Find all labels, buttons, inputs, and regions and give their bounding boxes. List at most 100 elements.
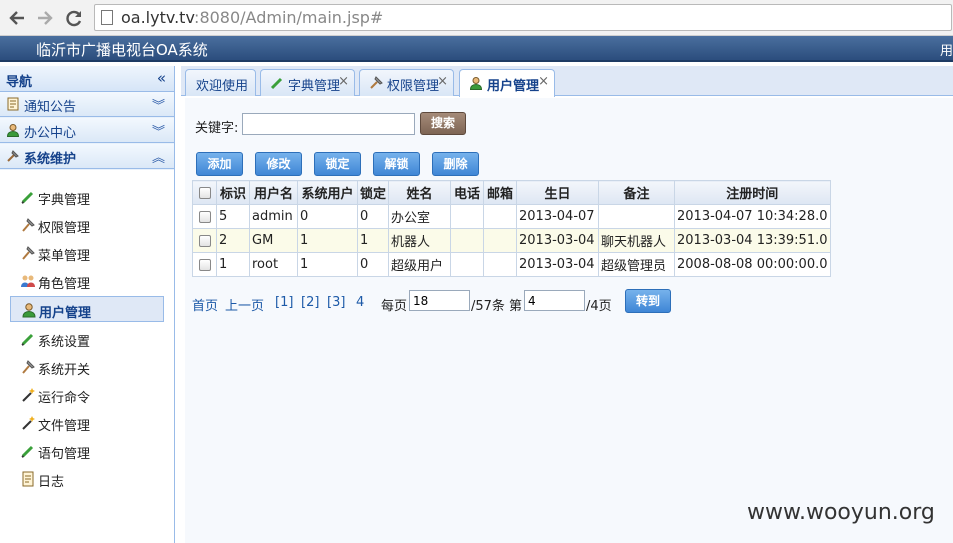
sidebar-item-statements[interactable]: 语句管理	[10, 438, 164, 464]
add-button[interactable]: 添加	[196, 152, 243, 176]
page-link-2[interactable]: [2]	[301, 295, 319, 310]
sidebar-item-settings[interactable]: 系统设置	[10, 326, 164, 352]
sidebar: 导航 « 通知公告 ︾ 办公中心 ︾ 系统维护 ︽ 字典管理 权限管理 菜单管理…	[0, 66, 175, 543]
row-checkbox[interactable]	[192, 252, 217, 277]
sidebar-item-label: 系统设置	[38, 335, 91, 350]
column-header[interactable]: 备注	[598, 180, 676, 205]
table-row[interactable]: 2 GM 1 1 机器人 2013-03-04 聊天机器人 2013-03-04…	[192, 228, 831, 253]
expand-icon[interactable]: ︾	[152, 121, 165, 140]
cell-remark: 聊天机器人	[598, 228, 676, 253]
column-header[interactable]: 锁定	[356, 180, 390, 205]
address-bar[interactable]: oa.lytv.tv:8080/Admin/main.jsp#	[94, 4, 952, 31]
collapse-icon[interactable]: «	[157, 69, 166, 87]
cell-birthday: 2013-04-07	[516, 204, 600, 229]
sidebar-item-switches[interactable]: 系统开关	[10, 354, 164, 380]
user-icon	[469, 76, 483, 90]
collapse-section-icon[interactable]: ︽	[152, 147, 165, 166]
cell-birthday: 2013-03-04	[516, 252, 600, 277]
first-page-link[interactable]: 首页	[192, 295, 218, 314]
sidebar-item-users[interactable]: 用户管理	[10, 296, 164, 322]
url-text: oa.lytv.tv:8080/Admin/main.jsp#	[121, 8, 384, 27]
tab-permissions[interactable]: 权限管理 ×	[359, 69, 454, 96]
row-checkbox[interactable]	[192, 228, 217, 253]
column-header[interactable]: 生日	[516, 180, 600, 205]
sidebar-item-label: 文件管理	[38, 419, 91, 434]
expand-icon[interactable]: ︾	[152, 95, 165, 114]
user-management-panel: 关键字: 搜索 添加 修改 锁定 解锁 删除 标识 用户名 系统用户 锁定 姓名…	[185, 98, 953, 543]
total-label: /57条 第	[471, 299, 523, 314]
cell-locked: 0	[356, 204, 390, 229]
sidebar-section-office[interactable]: 办公中心 ︾	[0, 118, 174, 143]
cell-locked: 1	[356, 228, 390, 253]
header-user-text: 用	[939, 44, 953, 59]
cell-locked: 0	[356, 252, 390, 277]
cell-email	[483, 228, 518, 253]
pencil-icon	[20, 331, 36, 347]
unlock-button[interactable]: 解锁	[373, 152, 420, 176]
hammer-icon	[6, 149, 20, 163]
tab-strip: 欢迎使用 字典管理 × 权限管理 × 用户管理 ×	[181, 66, 953, 97]
table-row[interactable]: 5 admin 0 0 办公室 2013-04-07 2013-04-07 10…	[192, 204, 831, 229]
sidebar-section-maintenance[interactable]: 系统维护 ︽	[0, 144, 174, 169]
page-icon	[101, 10, 113, 25]
sidebar-section-notices[interactable]: 通知公告 ︾	[0, 92, 174, 117]
go-button[interactable]: 转到	[625, 289, 671, 313]
tab-welcome[interactable]: 欢迎使用	[185, 69, 256, 96]
sidebar-item-run-command[interactable]: 运行命令	[10, 382, 164, 408]
close-icon[interactable]: ×	[437, 74, 448, 89]
sidebar-item-label: 运行命令	[38, 391, 91, 406]
cell-username: GM	[249, 228, 298, 253]
tab-label: 用户管理	[487, 79, 540, 94]
page-link-3[interactable]: [3]	[327, 295, 345, 310]
tab-users[interactable]: 用户管理 ×	[459, 69, 555, 97]
page-number-input[interactable]	[524, 290, 585, 311]
page-link-1[interactable]: [1]	[275, 295, 293, 310]
sidebar-item-files[interactable]: 文件管理	[10, 410, 164, 436]
tab-label: 欢迎使用	[196, 79, 249, 94]
back-arrow-icon[interactable]	[6, 7, 28, 29]
select-all-checkbox[interactable]	[192, 180, 217, 205]
column-header[interactable]: 邮箱	[483, 180, 518, 205]
cell-system-user: 1	[297, 252, 358, 277]
column-header[interactable]: 标识	[216, 180, 250, 205]
column-header[interactable]: 注册时间	[674, 180, 831, 205]
delete-button[interactable]: 删除	[432, 152, 479, 176]
page-total-label: /4页	[586, 299, 612, 314]
per-page-input[interactable]	[409, 290, 470, 311]
hammer-icon	[20, 359, 36, 375]
cell-remark	[598, 204, 676, 229]
tab-dictionary[interactable]: 字典管理 ×	[260, 69, 355, 96]
sidebar-item-roles[interactable]: 角色管理	[10, 268, 164, 294]
sidebar-item-menus[interactable]: 菜单管理	[10, 240, 164, 266]
keyword-input[interactable]	[242, 113, 415, 135]
cell-remark: 超级管理员	[598, 252, 676, 277]
forward-arrow-icon[interactable]	[34, 7, 56, 29]
column-header[interactable]: 用户名	[249, 180, 298, 205]
cell-phone	[450, 204, 485, 229]
search-button[interactable]: 搜索	[420, 112, 466, 135]
users-icon	[20, 273, 36, 289]
close-icon[interactable]: ×	[538, 74, 549, 89]
keyword-label: 关键字:	[195, 121, 239, 136]
section-label: 通知公告	[24, 100, 77, 115]
sidebar-item-logs[interactable]: 日志	[10, 466, 164, 492]
reload-icon[interactable]	[63, 7, 85, 29]
sidebar-item-permissions[interactable]: 权限管理	[10, 212, 164, 238]
sidebar-item-label: 用户管理	[39, 306, 92, 321]
edit-button[interactable]: 修改	[255, 152, 302, 176]
cell-email	[483, 252, 518, 277]
close-icon[interactable]: ×	[338, 74, 349, 89]
table-row[interactable]: 1 root 1 0 超级用户 2013-03-04 超级管理员 2008-08…	[192, 252, 831, 277]
row-checkbox[interactable]	[192, 204, 217, 229]
notice-icon	[20, 471, 36, 487]
column-header[interactable]: 电话	[450, 180, 485, 205]
prev-page-link[interactable]: 上一页	[225, 295, 264, 314]
current-page: 4	[356, 295, 365, 310]
column-header[interactable]: 姓名	[388, 180, 452, 205]
lock-button[interactable]: 锁定	[314, 152, 361, 176]
app-title: 临沂市广播电视台OA系统	[36, 41, 208, 59]
column-header[interactable]: 系统用户	[297, 180, 358, 205]
watermark: www.wooyun.org	[747, 500, 935, 525]
cell-username: root	[249, 252, 298, 277]
sidebar-item-dictionary[interactable]: 字典管理	[10, 184, 164, 210]
